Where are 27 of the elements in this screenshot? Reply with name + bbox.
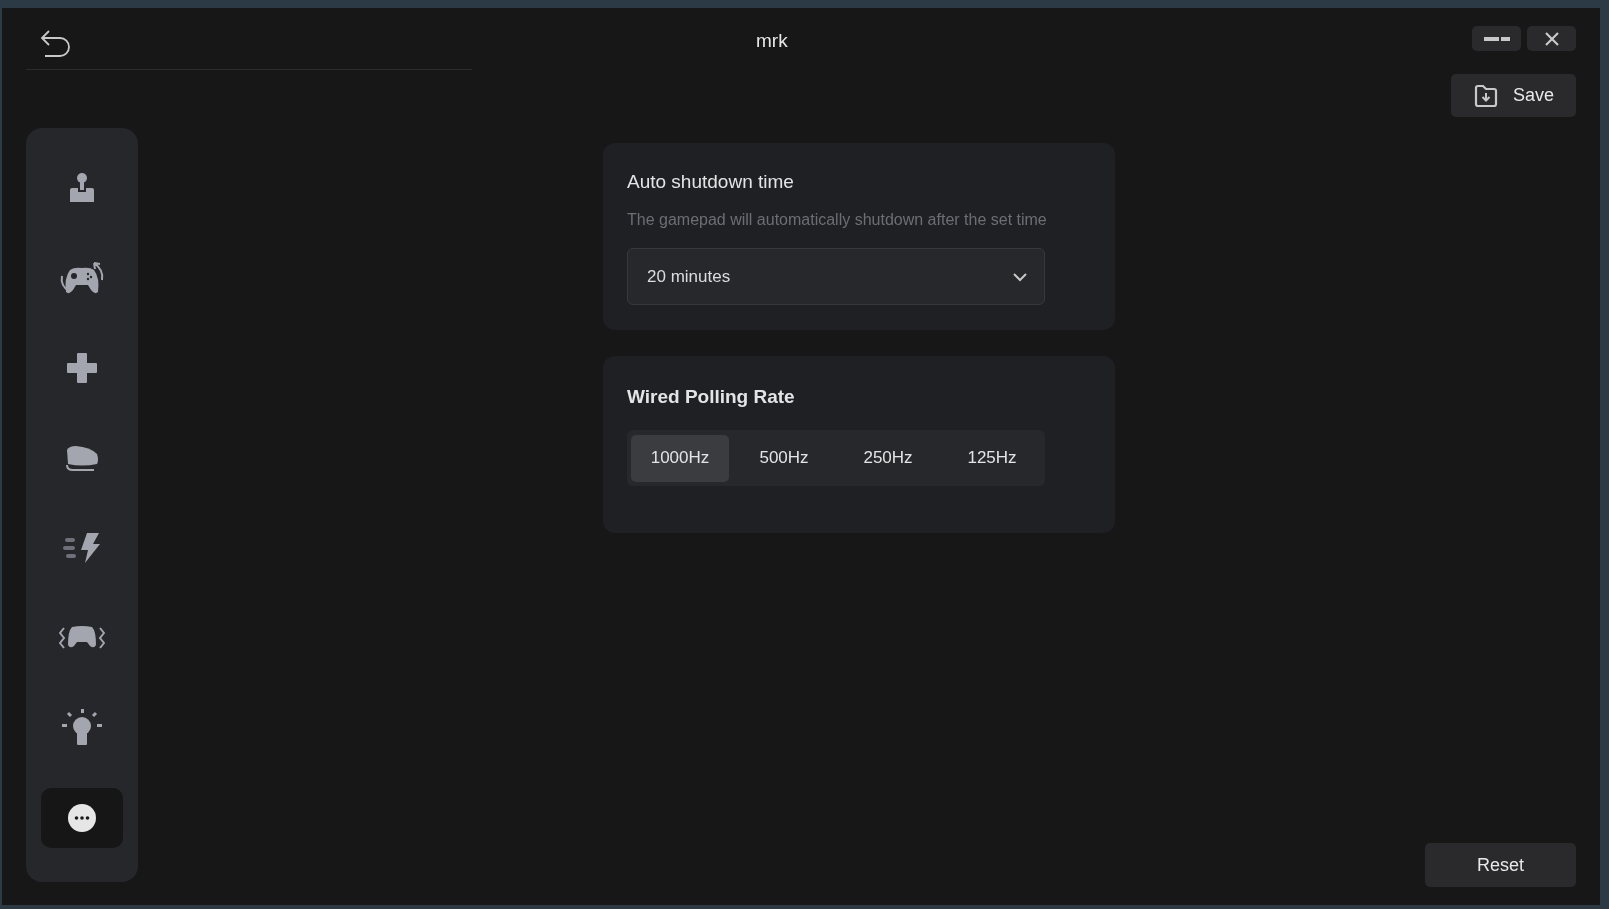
back-arrow-icon: [39, 29, 71, 59]
section-title: Auto shutdown time: [627, 171, 795, 193]
section-title: Wired Polling Rate: [627, 386, 796, 408]
rate-option[interactable]: 1000Hz: [631, 434, 729, 482]
back-button[interactable]: [38, 28, 72, 60]
more-icon: [67, 803, 97, 833]
minimize-button[interactable]: [1472, 26, 1521, 51]
rate-option[interactable]: 500Hz: [735, 434, 833, 482]
lightning-icon: [63, 532, 101, 564]
vibrating-gamepad-icon: [59, 625, 105, 651]
window-title: mrk: [756, 30, 788, 52]
dropdown-field[interactable]: 20 minutes: [627, 248, 1045, 305]
reset-button[interactable]: Reset: [1425, 843, 1576, 887]
rate-option[interactable]: 125Hz: [943, 434, 1041, 482]
light-bulb-icon: [61, 709, 103, 747]
minimize-icon: [1483, 35, 1510, 42]
sidebar-item[interactable]: [41, 788, 123, 848]
rate-option[interactable]: 250Hz: [839, 434, 937, 482]
joystick-icon: [67, 172, 97, 204]
close-button[interactable]: [1527, 26, 1576, 51]
chevron-down-icon: [1012, 271, 1028, 282]
close-icon: [1543, 30, 1560, 47]
trigger-icon: [64, 444, 100, 472]
folder-download-icon: [1473, 82, 1499, 109]
section-description: The gamepad will automatically shutdown after the set time: [627, 211, 1048, 229]
dpad-icon: [66, 352, 98, 384]
save-button[interactable]: Save: [1451, 74, 1576, 117]
